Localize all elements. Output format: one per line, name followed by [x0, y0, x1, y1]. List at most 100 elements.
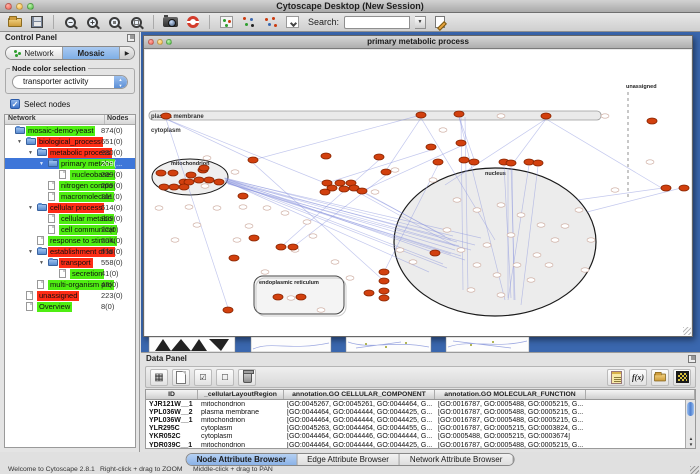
table-column-header[interactable]: annotation.GO CELLULAR_COMPONENT: [284, 390, 435, 399]
select-nodes-checkbox[interactable]: ✓: [10, 99, 20, 109]
network-node[interactable]: [587, 238, 595, 242]
network-node[interactable]: [273, 294, 283, 300]
tree-row[interactable]: response to stimulu264(0): [5, 235, 135, 246]
network-node[interactable]: [186, 172, 196, 178]
unselect-all-attributes-button[interactable]: ☐: [216, 369, 234, 386]
tree-row[interactable]: ▼metabolic process280(0): [5, 147, 135, 158]
expand-arrow-icon[interactable]: ▼: [28, 249, 33, 255]
scrollbar-thumb[interactable]: [687, 402, 694, 416]
network-node[interactable]: [309, 234, 317, 238]
search-dropdown-button[interactable]: ▼: [415, 16, 426, 29]
network-node[interactable]: [533, 160, 543, 166]
network-node[interactable]: [320, 189, 330, 195]
zoom-fit-button[interactable]: [128, 15, 145, 30]
tree-row[interactable]: ▼primary metabo209(...: [5, 158, 135, 169]
zoom-selected-button[interactable]: [106, 15, 123, 30]
network-node[interactable]: [296, 294, 306, 300]
network-node[interactable]: [281, 211, 289, 215]
network-node[interactable]: [497, 203, 505, 207]
tree-column-network[interactable]: Network: [5, 115, 105, 124]
select-all-attributes-button[interactable]: ☑: [194, 369, 212, 386]
search-input[interactable]: [344, 16, 410, 29]
network-node[interactable]: [249, 235, 259, 241]
network-node[interactable]: [575, 208, 583, 212]
table-row[interactable]: YLR295Ccytoplasm[GO:0045263, GO:0044464,…: [146, 425, 695, 433]
delete-attribute-button[interactable]: [238, 369, 256, 386]
network-node[interactable]: [203, 156, 211, 160]
table-column-header[interactable]: annotation.GO MOLECULAR_FUNCTION: [435, 390, 586, 399]
network-node[interactable]: [287, 296, 295, 300]
network-node[interactable]: [391, 168, 399, 172]
window-resize-grip[interactable]: [683, 327, 691, 335]
tab-network[interactable]: Network: [6, 47, 63, 59]
import-attributes-button[interactable]: [651, 369, 669, 386]
network-node[interactable]: [537, 223, 545, 227]
tree-row[interactable]: ▼cellular process614(0): [5, 202, 135, 213]
network-node[interactable]: [430, 250, 440, 256]
network-node[interactable]: [483, 243, 491, 247]
network-node[interactable]: [223, 307, 233, 313]
expand-arrow-icon[interactable]: ▼: [39, 260, 44, 266]
tree-row[interactable]: nucleobase-209(0): [5, 169, 135, 180]
tree-column-nodes[interactable]: Nodes: [105, 115, 135, 124]
tree-row[interactable]: cellular metabo209(0): [5, 213, 135, 224]
table-row[interactable]: YKR052Ccytoplasm[GO:0044464, GO:0044446,…: [146, 433, 695, 441]
expand-arrow-icon[interactable]: ▼: [39, 161, 44, 167]
create-view-button[interactable]: [218, 15, 235, 30]
tree-row[interactable]: Overview8(0): [5, 301, 135, 312]
node-color-dropdown[interactable]: transporter activity ▲▼: [12, 75, 128, 89]
network-node[interactable]: [473, 263, 481, 267]
network-node[interactable]: [533, 253, 541, 257]
network-node[interactable]: [611, 188, 619, 192]
network-node[interactable]: [168, 170, 178, 176]
network-node[interactable]: [469, 159, 479, 165]
tree-row[interactable]: ▼establishment of lo558(0): [5, 246, 135, 257]
table-scrollbar[interactable]: ▲ ▼: [685, 400, 695, 448]
tree-row[interactable]: unassigned223(0): [5, 290, 135, 301]
network-window-titlebar[interactable]: primary metabolic process: [144, 36, 692, 49]
network-node[interactable]: [497, 293, 505, 297]
float-panel-icon[interactable]: [688, 355, 696, 363]
attribute-list-button[interactable]: [607, 369, 625, 386]
network-node[interactable]: [155, 206, 163, 210]
app-resize-grip[interactable]: [690, 466, 699, 474]
network-node[interactable]: [248, 157, 258, 163]
tree-row[interactable]: ▼biological_process651(0): [5, 136, 135, 147]
network-node[interactable]: [229, 255, 239, 261]
network-node[interactable]: [459, 157, 469, 163]
expand-arrow-icon[interactable]: ▼: [17, 139, 22, 145]
network-node[interactable]: [231, 170, 239, 174]
network-node[interactable]: [561, 224, 569, 228]
network-node[interactable]: [439, 128, 447, 132]
network-node[interactable]: [507, 233, 515, 237]
float-panel-icon[interactable]: [127, 34, 135, 42]
network-node[interactable]: [646, 160, 654, 164]
network-node[interactable]: [156, 170, 166, 176]
network-node[interactable]: [416, 112, 426, 118]
network-node[interactable]: [454, 111, 464, 117]
network-node[interactable]: [661, 185, 671, 191]
expand-arrow-icon[interactable]: ▼: [28, 150, 33, 156]
network-node[interactable]: [379, 295, 389, 301]
network-node[interactable]: [276, 244, 286, 250]
network-node[interactable]: [545, 263, 553, 267]
table-row[interactable]: YDR039C__1mitochondrion[GO:0044464, GO:0…: [146, 441, 695, 449]
network-node[interactable]: [409, 260, 417, 264]
network-node[interactable]: [261, 270, 269, 274]
tree-row[interactable]: ▼transport558(0): [5, 257, 135, 268]
network-node[interactable]: [169, 184, 179, 190]
network-node[interactable]: [199, 165, 209, 171]
network-attributes-button-b[interactable]: [262, 15, 279, 30]
new-attribute-button[interactable]: [172, 369, 190, 386]
network-node[interactable]: [429, 178, 437, 182]
select-attributes-button[interactable]: ▦: [150, 369, 168, 386]
scroll-down-button[interactable]: ▼: [686, 442, 696, 448]
search-config-button[interactable]: [431, 15, 448, 30]
network-node[interactable]: [513, 263, 521, 267]
zoom-in-button[interactable]: +: [84, 15, 101, 30]
network-node[interactable]: [467, 288, 475, 292]
network-node[interactable]: [346, 276, 354, 280]
network-node[interactable]: [233, 238, 241, 242]
network-node[interactable]: [679, 185, 689, 191]
network-node[interactable]: [303, 220, 311, 224]
